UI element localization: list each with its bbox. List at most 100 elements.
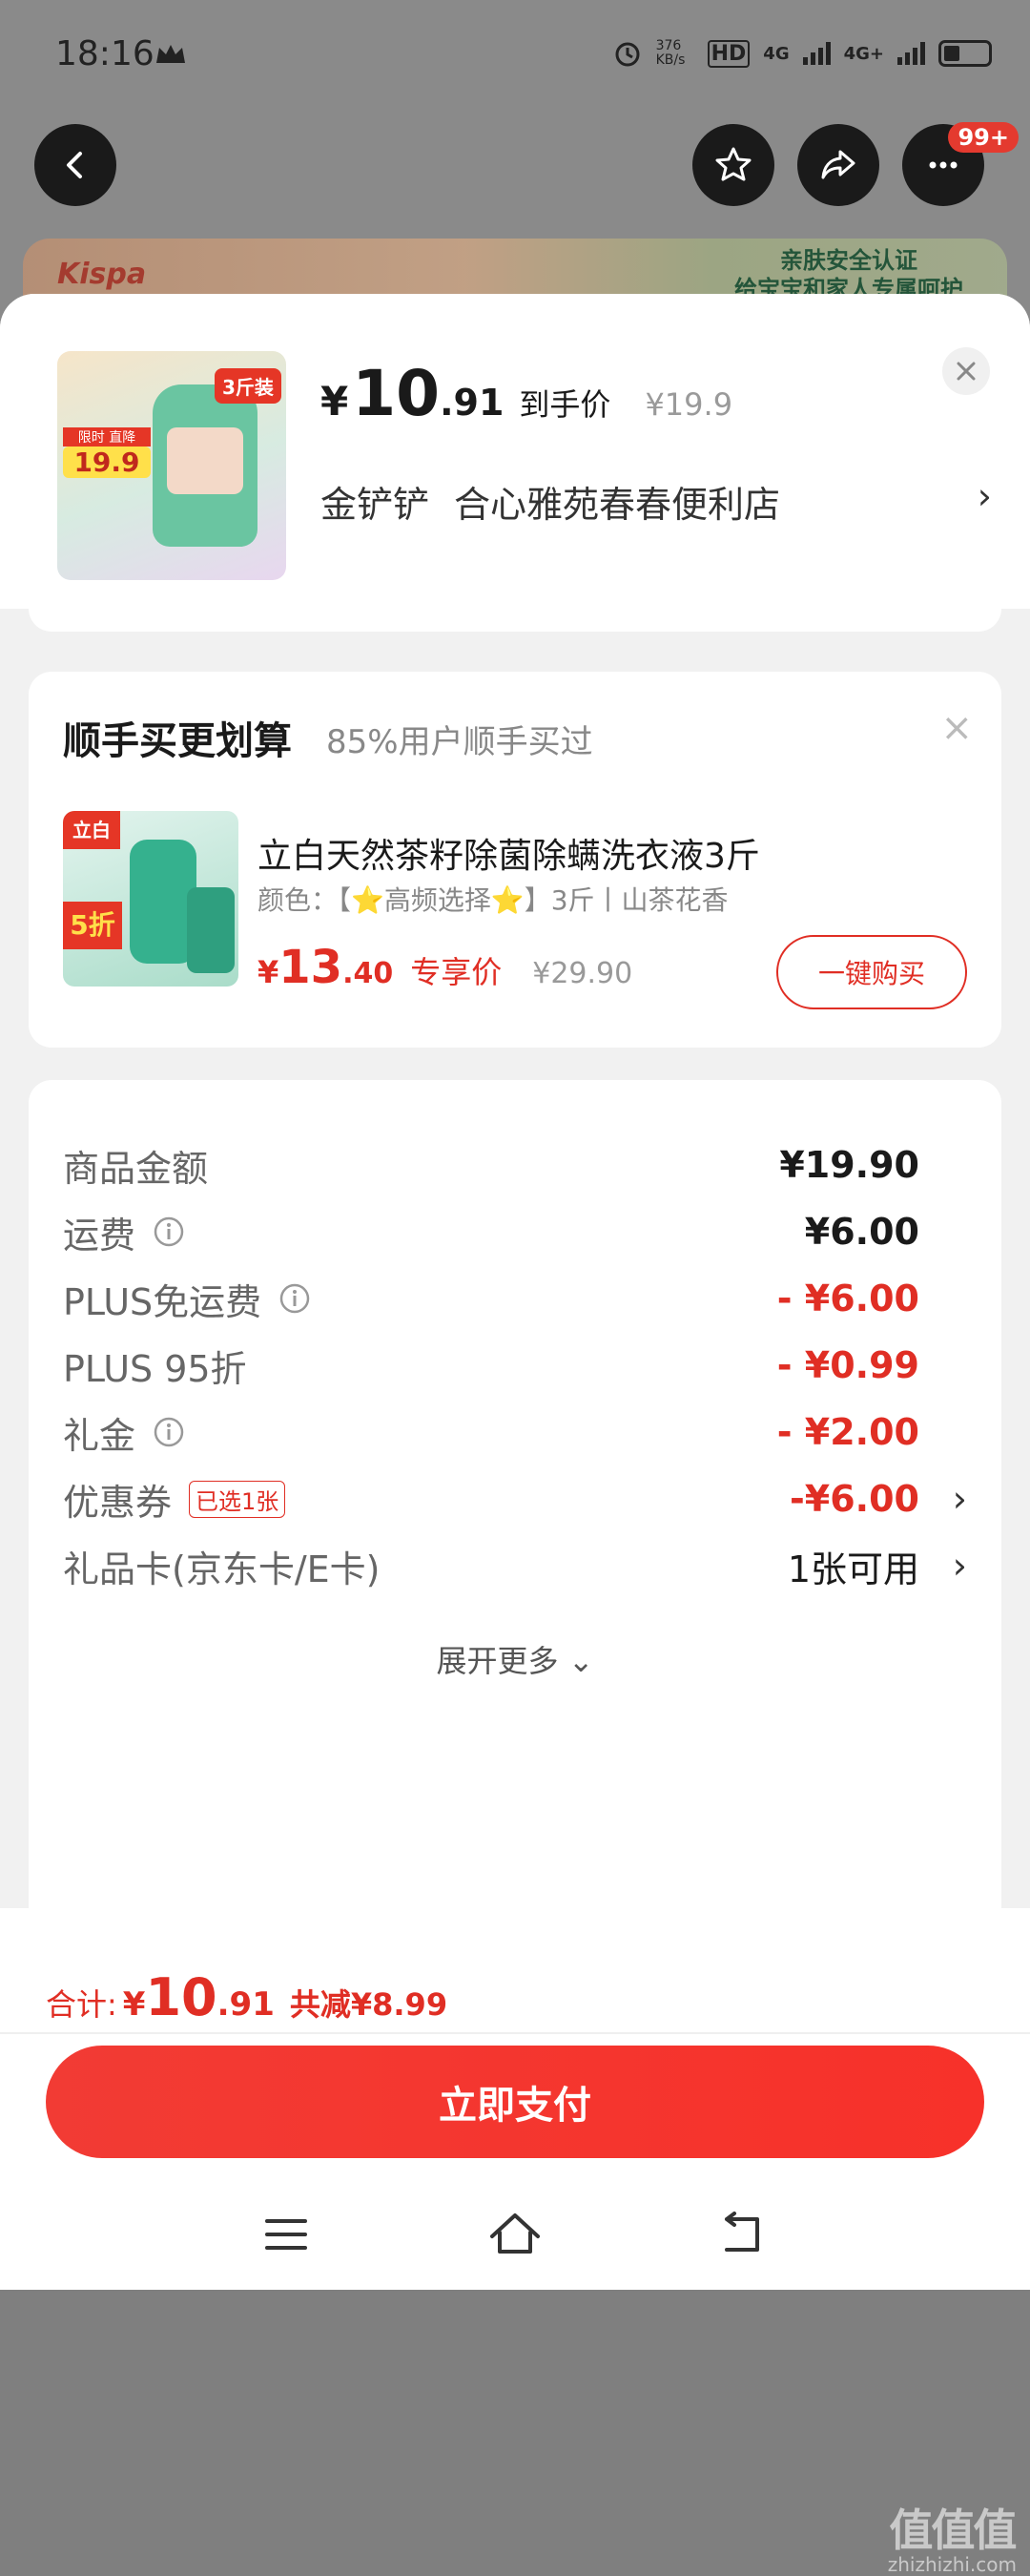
total-label: 合计: — [46, 1986, 117, 2023]
store-row[interactable]: 金铲铲 合心雅苑春春便利店 › — [320, 475, 992, 528]
price-decimal: .91 — [440, 382, 505, 424]
close-icon — [957, 362, 976, 381]
watermark: 值值值 zhizhizhi.com — [887, 2504, 1018, 2576]
status-icons: 376 KB/s HD 4G 4G+ — [612, 38, 992, 69]
row-gift-card[interactable]: 礼品卡(京东卡/E卡) 1张可用 › — [63, 1532, 967, 1599]
bottom-bar: 合计: ¥ 10 .91 共减¥8.99 立即支付 值值值 zhizhizhi.… — [0, 1908, 1030, 2576]
total-reduced: 共减¥8.99 — [289, 1986, 448, 2023]
upsell-card: 顺手买更划算 85%用户顺手买过 × 立白 5折 立白天然茶籽除菌除螨洗衣液3斤… — [29, 672, 1001, 1048]
total-decimal: .91 — [216, 1985, 275, 2024]
row-value: 1张可用 — [787, 1548, 919, 1590]
pay-now-button[interactable]: 立即支付 — [46, 2046, 984, 2158]
upsell-price-decimal: .40 — [342, 957, 394, 990]
upsell-thumbnail[interactable]: 立白 5折 — [63, 811, 238, 987]
upsell-spec: 颜色：【⭐高频选择⭐】3斤丨山茶花香 — [258, 884, 729, 916]
divider — [0, 2032, 1030, 2034]
chevron-right-icon: › — [977, 475, 992, 517]
expand-label: 展开更多 — [436, 1643, 559, 1679]
row-cash-gift: 礼金 - ¥2.00 — [63, 1399, 967, 1465]
upsell-price-label: 专享价 — [410, 954, 503, 990]
row-value: -¥6.00 — [790, 1478, 919, 1520]
net-speed: 376 KB/s — [655, 38, 686, 68]
collapsed-section — [29, 593, 1001, 632]
watermark-url: zhizhizhi.com — [887, 2553, 1017, 2576]
row-label: 商品金额 — [63, 1147, 209, 1190]
bottle-label — [167, 427, 243, 494]
thumb-price: 19.9 — [63, 447, 151, 478]
product-thumbnail[interactable]: 3斤装 限时 直降 19.9 — [57, 351, 286, 580]
row-label: PLUS免运费 — [63, 1273, 311, 1325]
thumb-price-sub: 限时 直降 — [63, 427, 151, 447]
info-icon[interactable] — [153, 1215, 185, 1248]
store-tag: 金铲铲 — [320, 484, 430, 526]
row-shipping: 运费 ¥6.00 — [63, 1198, 967, 1265]
back-nav-icon[interactable] — [713, 2204, 774, 2265]
signal-icon — [802, 42, 831, 65]
back-arrow-icon — [67, 152, 82, 178]
close-button[interactable] — [942, 347, 990, 395]
share-icon — [821, 150, 855, 179]
share-button[interactable] — [797, 124, 879, 206]
status-bar: 18:16 376 KB/s HD 4G 4G+ — [0, 0, 1030, 114]
row-value: ¥6.00 — [804, 1211, 919, 1253]
hd-icon: HD — [707, 39, 751, 68]
menu-icon[interactable] — [256, 2204, 317, 2265]
upsell-title: 顺手买更划算 — [63, 719, 292, 763]
total-integer: 10 — [145, 1967, 217, 2027]
original-price: ¥19.9 — [645, 386, 733, 423]
favorite-button[interactable] — [692, 124, 774, 206]
row-coupon[interactable]: 优惠券 已选1张 -¥6.00 › — [63, 1465, 967, 1532]
upsell-original-price: ¥29.90 — [532, 957, 633, 990]
row-label: 运费 — [63, 1206, 185, 1258]
row-label: 优惠券 已选1张 — [63, 1473, 286, 1526]
battery-icon — [938, 40, 992, 67]
signal-icon-2 — [897, 42, 925, 65]
chevron-right-icon: › — [952, 1478, 967, 1520]
thumb-discount: 5折 — [63, 902, 122, 949]
row-plus-discount: PLUS 95折 - ¥0.99 — [63, 1332, 967, 1399]
store-name: 合心雅苑春春便利店 — [454, 484, 781, 526]
final-price: ¥ 10 .91 到手价 ¥19.9 — [320, 357, 732, 430]
row-goods-amount: 商品金额 ¥19.90 — [63, 1132, 967, 1198]
home-icon[interactable] — [484, 2204, 546, 2265]
coupon-selected-tag: 已选1张 — [189, 1480, 286, 1518]
one-click-buy-button[interactable]: 一键购买 — [776, 935, 967, 1009]
sheet-header: 3斤装 限时 直降 19.9 ¥ 10 .91 到手价 ¥19.9 金铲铲 合心… — [0, 294, 1030, 609]
upsell-subtitle: 85%用户顺手买过 — [326, 723, 593, 761]
info-icon[interactable] — [153, 1416, 185, 1448]
row-value: ¥19.90 — [779, 1144, 919, 1186]
watermark-logo: 值值值 — [889, 2504, 1017, 2556]
row-value: - ¥6.00 — [776, 1278, 919, 1319]
upsell-currency: ¥ — [258, 954, 279, 990]
row-value: - ¥0.99 — [776, 1344, 919, 1386]
signal-4g-plus-label: 4G+ — [843, 43, 884, 64]
brand-logo: Kispa — [57, 258, 147, 291]
thumb-tag: 3斤装 — [215, 368, 281, 404]
upsell-close-icon[interactable]: × — [940, 706, 973, 750]
upsell-product-name[interactable]: 立白天然茶籽除菌除螨洗衣液3斤 — [258, 828, 760, 878]
back-button[interactable] — [34, 124, 116, 206]
signal-4g-label: 4G — [763, 43, 790, 64]
cert-line-1: 亲肤安全认证 — [780, 247, 917, 274]
star-icon — [715, 147, 752, 181]
row-plus-free-shipping: PLUS免运费 - ¥6.00 — [63, 1265, 967, 1332]
expand-more-button[interactable]: 展开更多 ⌄ — [29, 1637, 1001, 1681]
price-integer: 10 — [352, 357, 441, 430]
row-label: PLUS 95折 — [63, 1347, 247, 1390]
bottle-shape-small — [187, 887, 235, 973]
status-time: 18:16 — [55, 34, 154, 73]
total-currency: ¥ — [122, 1985, 146, 2024]
row-label: 礼品卡(京东卡/E卡) — [63, 1548, 381, 1590]
thumb-brand: 立白 — [63, 811, 120, 849]
alarm-icon — [615, 42, 640, 67]
chevron-down-icon: ⌄ — [567, 1643, 594, 1679]
system-nav-bar: 值值值 zhizhizhi.com — [0, 2175, 1030, 2576]
upsell-price: ¥ 13 .40 专享价 ¥29.90 — [258, 941, 632, 994]
upsell-price-integer: 13 — [278, 941, 343, 994]
row-value: - ¥2.00 — [776, 1411, 919, 1453]
info-icon[interactable] — [278, 1282, 311, 1315]
notification-badge: 99+ — [948, 122, 1019, 153]
row-label: 礼金 — [63, 1406, 185, 1459]
total-summary: 合计: ¥ 10 .91 共减¥8.99 — [46, 1967, 447, 2027]
price-currency: ¥ — [320, 378, 349, 425]
